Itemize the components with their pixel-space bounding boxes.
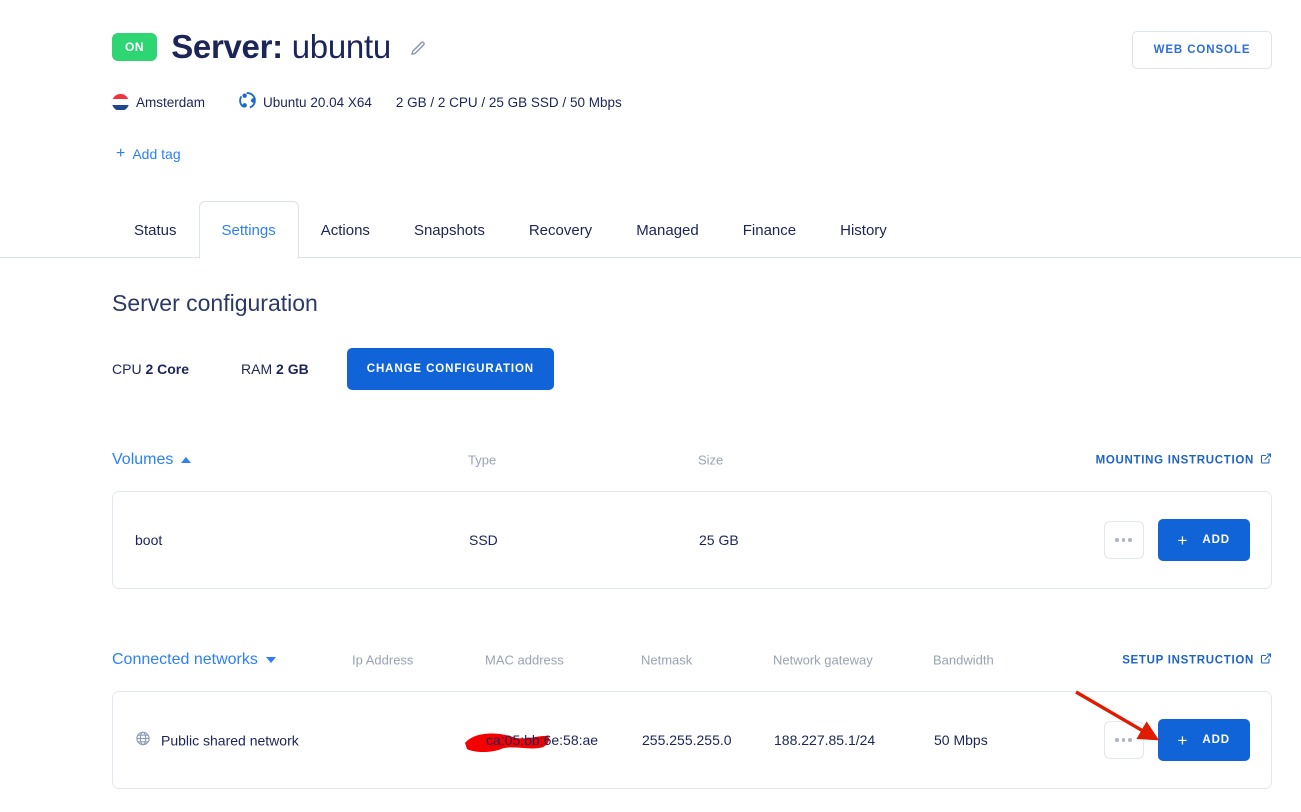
- title-row: ON Server: ubuntu: [112, 28, 429, 66]
- volumes-title: Volumes: [112, 451, 174, 468]
- tab-settings[interactable]: Settings: [198, 201, 299, 259]
- specs-meta: 2 GB / 2 CPU / 25 GB SSD / 50 Mbps: [396, 95, 622, 110]
- caret-down-icon: [265, 657, 276, 663]
- networks-header: Connected networks Ip Address MAC addres…: [112, 639, 1272, 681]
- config-summary-row: CPU 2 Core RAM 2 GB CHANGE CONFIGURATION: [112, 348, 555, 390]
- setup-instruction-label: SETUP INSTRUCTION: [1122, 654, 1254, 666]
- ellipsis-icon[interactable]: [1103, 721, 1144, 759]
- tabs: Status Settings Actions Snapshots Recove…: [112, 201, 909, 259]
- page-header: ON Server: ubuntu Amsterdam Ubuntu 20.04…: [0, 0, 1301, 186]
- network-row-actions: + ADD: [1103, 719, 1250, 761]
- netherlands-flag-icon: [112, 93, 129, 111]
- tab-actions[interactable]: Actions: [299, 202, 392, 258]
- volume-row-actions: + ADD: [1103, 519, 1250, 561]
- networks-column-netmask: Netmask: [641, 652, 693, 668]
- page-title-prefix: Server:: [171, 28, 283, 65]
- specs-label: 2 GB / 2 CPU / 25 GB SSD / 50 Mbps: [395, 94, 622, 110]
- plus-icon: +: [1177, 730, 1189, 750]
- add-tag-label: Add tag: [132, 146, 181, 162]
- networks-add-button[interactable]: + ADD: [1157, 719, 1250, 761]
- plus-icon: +: [116, 145, 126, 162]
- network-mac-address: ca:05:bb:6e:58:ae: [486, 732, 599, 748]
- volumes-block: Volumes Type Size MOUNTING INSTRUCTION b…: [112, 439, 1272, 589]
- power-status-badge[interactable]: ON: [112, 33, 158, 61]
- tab-bar: Status Settings Actions Snapshots Recove…: [0, 201, 1301, 259]
- networks-block: Connected networks Ip Address MAC addres…: [112, 639, 1272, 789]
- os-meta: Ubuntu 20.04 X64: [239, 92, 372, 112]
- volume-size: 25 GB: [699, 532, 739, 548]
- tab-history[interactable]: History: [818, 202, 909, 258]
- ram-value: 2 GB: [276, 361, 309, 377]
- networks-column-gateway: Network gateway: [773, 652, 873, 668]
- server-settings-page: ON Server: ubuntu Amsterdam Ubuntu 20.04…: [0, 0, 1301, 812]
- change-configuration-button[interactable]: CHANGE CONFIGURATION: [346, 348, 555, 390]
- volumes-column-type: Type: [468, 452, 497, 468]
- globe-icon: [135, 731, 151, 750]
- caret-up-icon: [181, 457, 192, 463]
- ram-stat: RAM 2 GB: [241, 361, 309, 377]
- networks-title-sort[interactable]: Connected networks: [112, 651, 276, 669]
- networks-title: Connected networks: [112, 651, 258, 668]
- location-meta: Amsterdam: [112, 93, 206, 111]
- network-netmask: 255.255.255.0: [642, 732, 732, 748]
- ellipsis-icon[interactable]: [1103, 521, 1144, 559]
- volume-type: SSD: [469, 532, 498, 548]
- cpu-label: CPU: [112, 361, 142, 377]
- ram-label: RAM: [241, 361, 273, 377]
- ubuntu-logo-icon: [239, 92, 256, 112]
- cpu-stat: CPU 2 Core: [112, 361, 189, 377]
- network-name-cell: Public shared network: [135, 731, 299, 750]
- volumes-add-button[interactable]: + ADD: [1157, 519, 1250, 561]
- network-name: Public shared network: [161, 732, 299, 748]
- page-title: Server: ubuntu: [171, 28, 391, 66]
- mounting-instruction-label: MOUNTING INSTRUCTION: [1095, 454, 1254, 466]
- network-bandwidth: 50 Mbps: [934, 732, 988, 748]
- volumes-header: Volumes Type Size MOUNTING INSTRUCTION: [112, 439, 1272, 481]
- setup-instruction-link[interactable]: SETUP INSTRUCTION: [1122, 653, 1272, 668]
- os-label: Ubuntu 20.04 X64: [263, 94, 372, 110]
- server-name: ubuntu: [291, 28, 391, 65]
- network-gateway: 188.227.85.1/24: [774, 732, 876, 748]
- table-row: Public shared network ca:05:bb:6e:58:ae …: [112, 691, 1272, 789]
- tab-status[interactable]: Status: [112, 202, 199, 258]
- volumes-column-size: Size: [698, 452, 724, 468]
- pencil-icon[interactable]: [407, 38, 429, 60]
- plus-icon: +: [1177, 530, 1189, 550]
- tab-finance[interactable]: Finance: [721, 202, 818, 258]
- networks-add-label: ADD: [1202, 734, 1230, 746]
- web-console-button[interactable]: WEB CONSOLE: [1132, 31, 1272, 69]
- external-link-icon: [1260, 453, 1272, 468]
- external-link-icon: [1260, 653, 1272, 668]
- mounting-instruction-link[interactable]: MOUNTING INSTRUCTION: [1096, 453, 1272, 468]
- tab-snapshots[interactable]: Snapshots: [392, 202, 507, 258]
- volumes-add-label: ADD: [1202, 534, 1230, 546]
- tab-managed[interactable]: Managed: [614, 202, 721, 258]
- location-label: Amsterdam: [136, 94, 206, 110]
- networks-column-mac: MAC address: [485, 652, 564, 668]
- add-tag-button[interactable]: + Add tag: [116, 145, 181, 163]
- networks-column-bandwidth: Bandwidth: [933, 652, 994, 668]
- volumes-title-sort[interactable]: Volumes: [112, 451, 192, 469]
- cpu-value: 2 Core: [145, 361, 190, 377]
- tab-recovery[interactable]: Recovery: [507, 202, 614, 258]
- volume-name: boot: [135, 532, 163, 548]
- networks-column-ip: Ip Address: [352, 652, 414, 668]
- section-title: Server configuration: [112, 290, 318, 316]
- server-meta: Amsterdam Ubuntu 20.04 X64 2 GB / 2 CPU …: [112, 92, 622, 112]
- table-row: boot SSD 25 GB + ADD: [112, 491, 1272, 589]
